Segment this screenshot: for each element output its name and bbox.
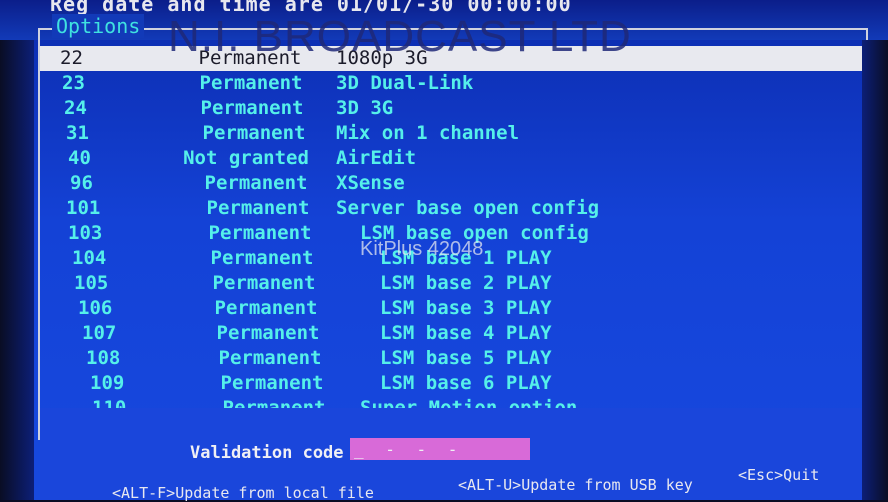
option-row-24[interactable]: 24 Permanent 3D 3G — [40, 96, 862, 121]
option-status: Permanent — [208, 222, 312, 244]
option-row-96[interactable]: 96 Permanent XSense — [40, 171, 862, 196]
option-row-106[interactable]: 106 Permanent LSM base 3 PLAY — [40, 296, 862, 321]
validation-code-label: Validation code — [190, 443, 344, 463]
option-name: Mix on 1 channel — [336, 122, 520, 144]
terminal-screen: Reg date and time are 01/01/-30 00:00:00… — [0, 0, 888, 502]
option-row-23[interactable]: 23 Permanent 3D Dual-Link — [40, 71, 862, 96]
option-status: Permanent — [220, 372, 324, 394]
option-number: 104 — [72, 247, 107, 269]
option-status: Permanent — [204, 172, 308, 194]
option-name: LSM base 4 PLAY — [380, 322, 552, 344]
option-row-105[interactable]: 105 Permanent LSM base 2 PLAY — [40, 271, 862, 296]
option-name: LSM base 3 PLAY — [380, 297, 552, 319]
option-number: 23 — [62, 72, 85, 94]
options-title: Options — [52, 14, 145, 38]
option-name: 3D 3G — [336, 97, 394, 119]
options-list: 22 Permanent 1080p 3G 23 Permanent 3D Du… — [40, 46, 862, 421]
quit-key[interactable]: <Esc>Quit — [738, 466, 819, 484]
option-status: Permanent — [210, 247, 314, 269]
option-number: 107 — [82, 322, 117, 344]
update-usb-key[interactable]: <ALT-U>Update from USB key — [458, 476, 693, 494]
option-name: AirEdit — [336, 147, 417, 169]
option-name: LSM base 6 PLAY — [380, 372, 552, 394]
option-row-40[interactable]: 40 Not granted AirEdit — [40, 146, 862, 171]
option-row-107[interactable]: 107 Permanent LSM base 4 PLAY — [40, 321, 862, 346]
option-status: Permanent — [218, 347, 322, 369]
option-row-31[interactable]: 31 Permanent Mix on 1 channel — [40, 121, 862, 146]
option-name: 3D Dual-Link — [336, 72, 474, 94]
option-number: 105 — [74, 272, 109, 294]
left-bezel-shadow — [0, 40, 34, 500]
validation-code-input[interactable] — [350, 438, 530, 460]
right-bezel-shadow — [862, 40, 888, 500]
option-status: Permanent — [214, 297, 318, 319]
update-local-file-key[interactable]: <ALT-F>Update from local file — [112, 484, 374, 502]
option-number: 22 — [60, 47, 83, 69]
option-status: Not granted — [183, 147, 309, 169]
option-number: 24 — [64, 97, 87, 119]
option-name: XSense — [336, 172, 405, 194]
option-row-108[interactable]: 108 Permanent LSM base 5 PLAY — [40, 346, 862, 371]
option-status: Permanent — [212, 272, 316, 294]
option-status: Permanent — [216, 322, 320, 344]
option-number: 106 — [78, 297, 113, 319]
option-status: Permanent — [199, 72, 303, 94]
overlay-watermark: KitPlus 42048 — [360, 238, 484, 260]
option-row-109[interactable]: 109 Permanent LSM base 6 PLAY — [40, 371, 862, 396]
option-name: Server base open config — [336, 197, 600, 219]
option-number: 101 — [66, 197, 101, 219]
option-name: LSM base 2 PLAY — [380, 272, 552, 294]
option-number: 103 — [68, 222, 103, 244]
option-number: 40 — [68, 147, 91, 169]
option-number: 96 — [70, 172, 93, 194]
option-row-101[interactable]: 101 Permanent Server base open config — [40, 196, 862, 221]
option-status: Permanent — [202, 122, 306, 144]
option-name: LSM base 5 PLAY — [380, 347, 552, 369]
option-number: 31 — [66, 122, 89, 144]
option-number: 108 — [86, 347, 121, 369]
option-number: 109 — [90, 372, 125, 394]
brand-watermark: N.I. BROADCAST LTD — [168, 12, 632, 61]
option-status: Permanent — [200, 97, 304, 119]
option-status: Permanent — [206, 197, 310, 219]
